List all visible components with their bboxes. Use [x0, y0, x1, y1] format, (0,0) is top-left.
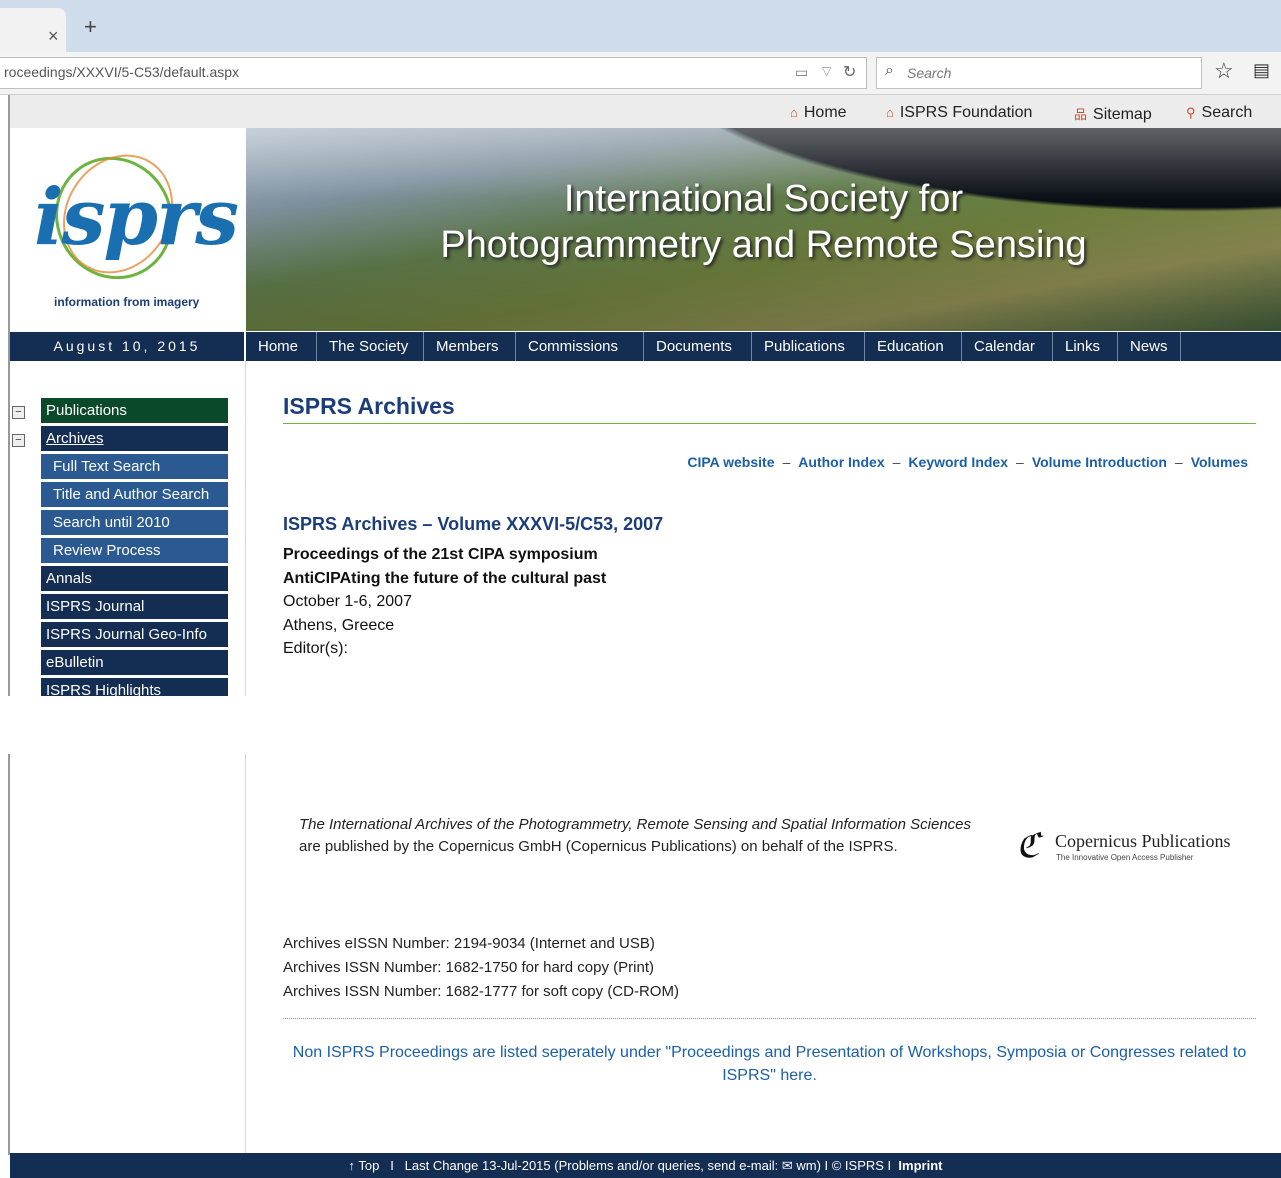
proceedings-dates: October 1-6, 2007	[283, 593, 412, 610]
volumes-link[interactable]: Volumes	[1191, 454, 1248, 470]
history-dropdown-icon[interactable]: ▽	[822, 64, 831, 78]
footer-text: ↑ Top I Last Change 13-Jul-2015 (Problem…	[10, 1158, 1281, 1174]
publisher-statement: The International Archives of the Photog…	[299, 814, 984, 858]
url-text[interactable]: roceedings/XXXVI/5-C53/default.aspx	[4, 64, 239, 80]
tab-strip: × +	[0, 0, 1281, 52]
issn-line: Archives ISSN Number: 1682-1750 for hard…	[283, 959, 654, 976]
sidebar-item-publications[interactable]: Publications	[41, 398, 228, 423]
cipa-website-link[interactable]: CIPA website	[687, 454, 774, 470]
nav-the-society[interactable]: The Society	[316, 332, 420, 361]
page-title: ISPRS Archives	[283, 393, 455, 419]
author-index-link[interactable]: Author Index	[798, 454, 884, 470]
reload-icon[interactable]: ↻	[843, 62, 856, 82]
header-banner: International Society for Photogrammetry…	[246, 128, 1281, 331]
sidebar-item-search-until-2010[interactable]: Search until 2010	[41, 510, 228, 535]
sidebar-item-isprs-journal[interactable]: ISPRS Journal	[41, 594, 228, 619]
bookmark-star-icon[interactable]: ☆	[1214, 58, 1234, 84]
sidebar-item-archives[interactable]: Archives	[41, 426, 228, 451]
issn-line: Archives eISSN Number: 2194-9034 (Intern…	[283, 935, 655, 952]
separator: –	[1016, 454, 1024, 470]
non-isprs-proceedings-link[interactable]: Non ISPRS Proceedings are listed seperat…	[283, 1041, 1256, 1087]
volume-introduction-link[interactable]: Volume Introduction	[1032, 454, 1167, 470]
util-link-label: Search	[1201, 104, 1253, 121]
new-tab-icon[interactable]: +	[84, 14, 97, 40]
separator: –	[892, 454, 901, 470]
logo-tagline: information from imagery	[54, 295, 200, 309]
browser-toolbar: roceedings/XXXVI/5-C53/default.aspx ▭ ▽ …	[0, 52, 1281, 95]
banner-title-line2: Photogrammetry and Remote Sensing	[440, 224, 1087, 266]
collapse-archives-icon[interactable]: −	[12, 434, 25, 447]
util-link-home[interactable]: ⌂ Home	[790, 104, 847, 122]
sidebar-item-review-process[interactable]: Review Process	[41, 538, 228, 563]
search-icon: ⌕	[885, 62, 894, 79]
footer-bar: ↑ Top I Last Change 13-Jul-2015 (Problem…	[10, 1153, 1281, 1178]
browser-tab[interactable]: ×	[0, 8, 66, 52]
logo-wordmark: isprs	[34, 172, 239, 263]
separator: –	[1174, 454, 1183, 470]
proceedings-editors: Editor(s):	[283, 640, 348, 657]
nav-news[interactable]: News	[1117, 332, 1181, 361]
collapse-publications-icon[interactable]: −	[12, 406, 25, 419]
main-nav: Home The Society Members Commissions Doc…	[246, 332, 1281, 361]
keyword-index-link[interactable]: Keyword Index	[908, 454, 1008, 470]
separator: –	[782, 454, 791, 470]
archive-sublinks: CIPA website – Author Index – Keyword Index –…	[687, 454, 1248, 470]
last-change-text: Last Change 13-Jul-2015 (Problems and/or…	[404, 1158, 892, 1173]
back-to-top-link[interactable]: ↑ Top	[349, 1158, 380, 1173]
nav-documents[interactable]: Documents	[643, 332, 744, 361]
util-link-search[interactable]: ⚲ Search	[1186, 104, 1252, 122]
isprs-logo[interactable]: isprs information from imagery	[10, 128, 244, 331]
imprint-link[interactable]: Imprint	[898, 1158, 942, 1173]
copernicus-logo-name: Copernicus Publications	[1055, 831, 1231, 851]
nav-education[interactable]: Education	[864, 332, 956, 361]
footer-separator: I	[390, 1158, 394, 1173]
proceedings-location: Athens, Greece	[283, 617, 395, 634]
close-tab-icon[interactable]: ×	[48, 26, 59, 47]
issn-line: Archives ISSN Number: 1682-1777 for soft…	[283, 983, 679, 1000]
proceedings-subtitle: AntiCIPAting the future of the cultural …	[283, 570, 607, 587]
browser-search-box[interactable]: ⌕ Search	[876, 57, 1202, 89]
nav-calendar[interactable]: Calendar	[961, 332, 1047, 361]
volume-title: ISPRS Archives – Volume XXXVI-5/C53, 200…	[283, 514, 664, 534]
search-placeholder: Search	[907, 65, 952, 81]
util-link-foundation[interactable]: ⌂ ISPRS Foundation	[886, 104, 1032, 122]
library-icon[interactable]: ▤	[1253, 60, 1270, 81]
copernicus-mark-icon: ℭ	[1016, 826, 1040, 866]
sidebar-item-full-text-search[interactable]: Full Text Search	[41, 454, 228, 479]
nav-home[interactable]: Home	[246, 332, 310, 361]
proceedings-title: Proceedings of the 21st CIPA symposium	[283, 546, 598, 563]
util-link-sitemap[interactable]: 品 Sitemap	[1074, 104, 1152, 124]
home-icon: ⌂	[790, 105, 798, 120]
page-viewport: ⌂ Home ⌂ ISPRS Foundation 品 Sitemap ⚲ Search…	[0, 95, 1281, 1178]
title-underline	[283, 423, 1256, 424]
home-icon: ⌂	[886, 105, 894, 120]
sidebar-item-title-author-search[interactable]: Title and Author Search	[41, 482, 228, 507]
utility-bar: ⌂ Home ⌂ ISPRS Foundation 品 Sitemap ⚲ Search	[10, 95, 1281, 128]
current-date: August 10, 2015	[53, 338, 201, 354]
publisher-statement-rest: are published by the Copernicus GmbH (Co…	[299, 838, 898, 855]
screenshot-gap	[0, 696, 1281, 754]
reader-view-icon[interactable]: ▭	[795, 64, 808, 81]
util-link-label: Home	[803, 104, 847, 121]
address-bar[interactable]: roceedings/XXXVI/5-C53/default.aspx ▭ ▽ …	[0, 57, 867, 89]
nav-commissions[interactable]: Commissions	[515, 332, 630, 361]
nav-members[interactable]: Members	[423, 332, 511, 361]
sidebar-item-annals[interactable]: Annals	[41, 566, 228, 591]
util-link-label: Sitemap	[1093, 106, 1152, 123]
sidebar-item-ebulletin[interactable]: eBulletin	[41, 650, 228, 675]
date-bar: August 10, 2015	[10, 332, 244, 361]
sidebar-item-journal-geo-info[interactable]: ISPRS Journal Geo-Info	[41, 622, 228, 647]
archives-full-name: The International Archives of the Photog…	[299, 816, 972, 833]
search-icon: ⚲	[1186, 105, 1196, 120]
copernicus-logo-tagline: The Innovative Open Access Publisher	[1056, 853, 1194, 862]
dotted-divider	[283, 1018, 1256, 1019]
nav-publications[interactable]: Publications	[751, 332, 857, 361]
sidebar-divider	[245, 361, 246, 1155]
sitemap-icon: 品	[1074, 107, 1088, 122]
banner-title-line1: International Society for	[563, 178, 964, 220]
util-link-label: ISPRS Foundation	[899, 104, 1033, 121]
nav-links[interactable]: Links	[1052, 332, 1112, 361]
